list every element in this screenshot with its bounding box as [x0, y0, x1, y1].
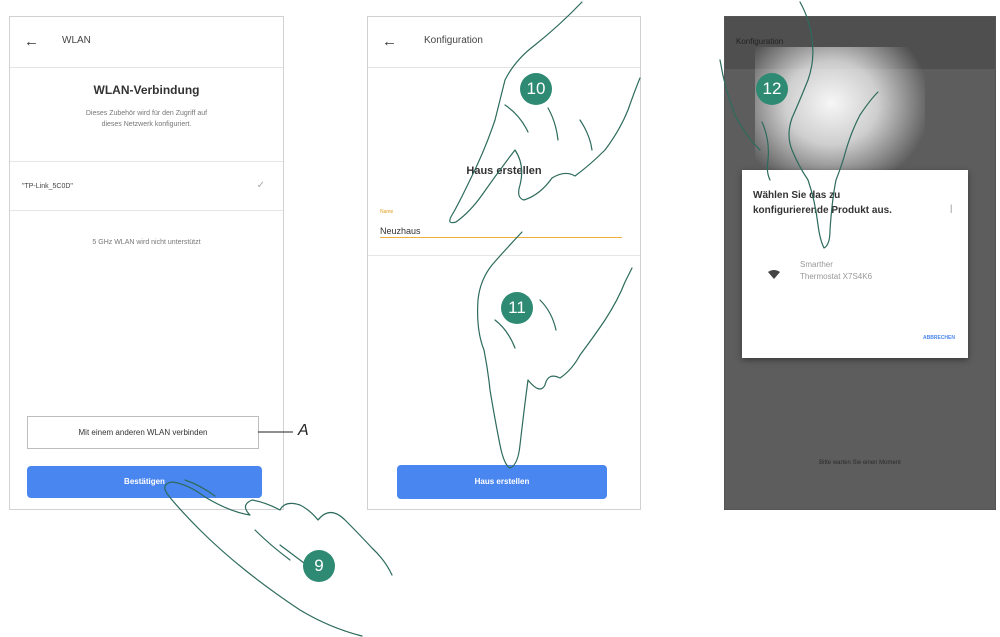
step-badge-9: 9	[303, 550, 335, 582]
step-badge-10: 10	[520, 73, 552, 105]
hand-10	[449, 1, 641, 224]
hand-11	[477, 231, 633, 469]
hand-illustrations	[164, 1, 879, 637]
hand-9	[164, 481, 393, 637]
hand-12	[788, 1, 879, 249]
step-badge-12: 12	[756, 73, 788, 105]
step-badge-11: 11	[501, 292, 533, 324]
